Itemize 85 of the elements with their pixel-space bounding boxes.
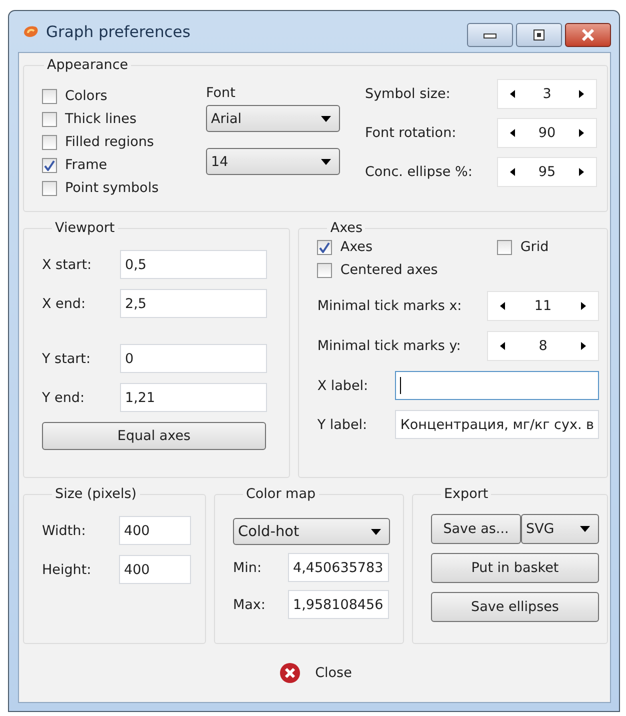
close-icon <box>580 29 596 41</box>
decrement-icon[interactable] <box>510 90 515 98</box>
checkbox[interactable] <box>42 88 57 104</box>
app-icon <box>22 24 40 40</box>
color-map-dropdown[interactable]: Cold-hot <box>233 518 390 545</box>
field-label: Y label: <box>317 416 368 432</box>
close-button[interactable] <box>565 23 611 47</box>
checkbox-label: Centered axes <box>340 262 438 278</box>
field-label: Width: <box>42 522 87 538</box>
input-field[interactable]: 2,5 <box>120 289 267 318</box>
number-spinner[interactable]: 95 <box>497 157 597 187</box>
checkbox[interactable] <box>317 240 332 254</box>
decrement-icon[interactable] <box>510 168 515 176</box>
field-label: X start: <box>42 256 93 272</box>
size-dropdown[interactable]: 14 <box>206 148 340 175</box>
format-dropdown[interactable]: SVG <box>521 514 599 544</box>
input-field[interactable]: 1,958108456 <box>288 590 389 619</box>
checkbox[interactable] <box>42 134 57 150</box>
font-label: Font <box>206 85 236 103</box>
checkbox-label: Thick lines <box>65 111 136 127</box>
input-field[interactable]: 1,21 <box>120 383 267 412</box>
increment-icon[interactable] <box>579 90 584 98</box>
spinner-label: Minimal tick marks y: <box>317 338 461 354</box>
checkbox-label: Filled regions <box>65 134 154 150</box>
input-field[interactable]: 4,450635783 <box>288 553 389 582</box>
export-button[interactable]: Save ellipses <box>431 592 599 622</box>
maximize-icon <box>533 29 545 41</box>
spinner-label: Minimal tick marks x: <box>317 298 462 314</box>
number-spinner[interactable]: 90 <box>497 118 597 148</box>
input-field[interactable]: 400 <box>119 516 191 545</box>
field-label: Y start: <box>42 350 92 366</box>
close-icon <box>279 662 302 684</box>
number-spinner[interactable]: 3 <box>497 79 597 109</box>
caret-icon <box>371 528 381 534</box>
group-title: Viewport <box>54 220 116 236</box>
number-spinner[interactable]: 11 <box>487 291 599 321</box>
checkbox-label: Frame <box>65 157 108 173</box>
increment-icon[interactable] <box>581 302 586 310</box>
checkbox[interactable] <box>42 158 57 172</box>
field-label: Max: <box>233 596 266 612</box>
equal-axes-button[interactable]: Equal axes <box>42 422 266 450</box>
field-label: Y end: <box>42 390 86 406</box>
field-label: X end: <box>42 296 87 312</box>
field-label: X label: <box>317 378 370 394</box>
spinner-label: Font rotation: <box>365 125 456 141</box>
checkbox[interactable] <box>497 240 512 254</box>
checkbox[interactable] <box>317 262 332 278</box>
group-title: Export <box>443 486 490 502</box>
group-title: Axes <box>329 220 364 236</box>
group-title: Size (pixels) <box>54 486 138 502</box>
input-field[interactable]: 400 <box>119 555 191 584</box>
number-spinner[interactable]: 8 <box>487 331 599 361</box>
spinner-label: Conc. ellipse %: <box>365 164 472 180</box>
increment-icon[interactable] <box>579 168 584 176</box>
input-field[interactable]: 0,5 <box>120 250 267 279</box>
field-label: Min: <box>233 560 263 576</box>
window-title: Graph preferences <box>46 22 190 40</box>
decrement-icon[interactable] <box>510 129 515 137</box>
checkbox-label: Axes <box>340 239 372 255</box>
input-field[interactable]: 0 <box>120 344 267 373</box>
increment-icon[interactable] <box>579 129 584 137</box>
input-field[interactable] <box>395 371 599 400</box>
field-label: Height: <box>42 562 92 578</box>
group-title: Color map <box>245 486 317 502</box>
checkbox[interactable] <box>42 112 57 126</box>
save-as-button[interactable]: Save as... <box>431 514 521 544</box>
caret-icon <box>321 116 331 122</box>
minimize-button[interactable] <box>467 23 513 47</box>
checkbox-label: Point symbols <box>65 180 159 196</box>
caret-icon <box>321 158 331 164</box>
decrement-icon[interactable] <box>500 342 505 350</box>
spinner-label: Symbol size: <box>365 86 450 102</box>
input-field[interactable]: Концентрация, мг/кг сух. в <box>395 410 599 439</box>
group-title: Appearance <box>46 57 130 73</box>
close-dialog-button[interactable]: Close <box>275 658 356 688</box>
caret-icon <box>580 526 590 532</box>
decrement-icon[interactable] <box>500 302 505 310</box>
increment-icon[interactable] <box>581 342 586 350</box>
checkbox-label: Colors <box>65 88 108 104</box>
export-button[interactable]: Put in basket <box>431 553 599 583</box>
maximize-button[interactable] <box>516 23 562 47</box>
minimize-icon <box>483 31 497 39</box>
checkbox[interactable] <box>42 180 57 196</box>
font-dropdown[interactable]: Arial <box>206 105 340 132</box>
checkbox-label: Grid <box>520 239 549 255</box>
